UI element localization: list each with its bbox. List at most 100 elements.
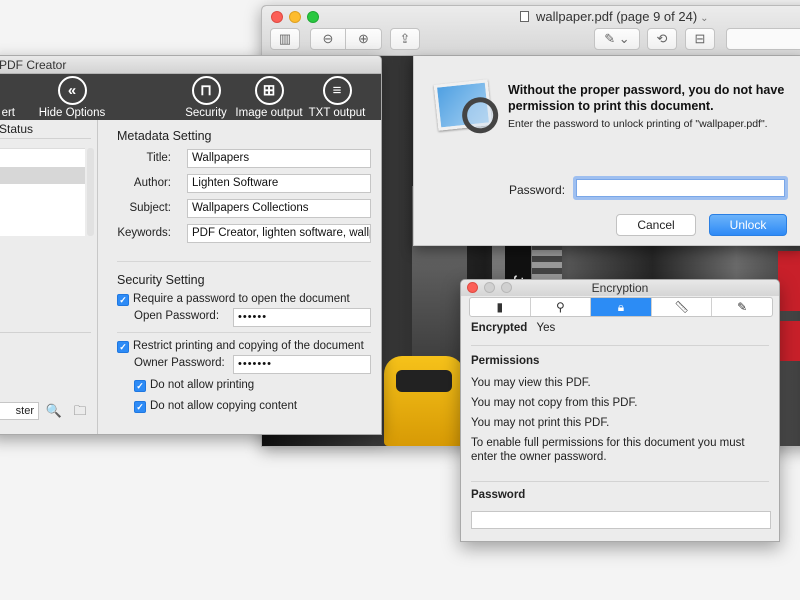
divider: [117, 332, 371, 333]
title-label: Title:: [146, 152, 172, 164]
dialog-subtext: Enter the password to unlock printing of…: [508, 118, 768, 130]
tab-search[interactable]: ⚲: [531, 298, 592, 316]
lock-icon: ⊓: [191, 76, 221, 105]
hide-options-button[interactable]: « Hide Options: [22, 76, 122, 119]
keywords-label: Keywords:: [117, 227, 171, 239]
checkmark-icon: ✓: [117, 341, 129, 353]
no-printing-checkbox[interactable]: ✓ Do not allow printing: [134, 379, 254, 392]
toolbox-button[interactable]: ⊟: [685, 28, 715, 50]
lock-icon: 🔒︎: [617, 300, 625, 314]
permission-print: You may not print this PDF.: [471, 417, 610, 429]
encryption-window-title: Encryption: [591, 281, 649, 295]
double-chevron-left-icon: «: [57, 76, 87, 105]
zoom-out-button[interactable]: ⊖: [311, 29, 346, 49]
restrict-printing-checkbox[interactable]: ✓ Restrict printing and copying of the do…: [117, 340, 364, 353]
list-scrollbar[interactable]: [87, 148, 94, 236]
permissions-heading: Permissions: [471, 355, 540, 367]
subject-field[interactable]: Wallpapers Collections: [187, 199, 371, 218]
security-button[interactable]: ⊓ Security: [181, 76, 231, 119]
security-section-title: Security Setting: [117, 273, 205, 287]
owner-password-input[interactable]: [471, 511, 771, 529]
password-heading: Password: [471, 489, 526, 501]
tab-encryption[interactable]: 🔒︎: [591, 298, 652, 316]
ruler-icon: 📏︎: [673, 300, 690, 314]
subject-label: Subject:: [129, 202, 171, 214]
folder-icon: 🗀: [73, 403, 87, 418]
list-item[interactable]: [0, 167, 85, 184]
password-dialog: Without the proper password, you do not …: [413, 56, 800, 246]
divider: [471, 345, 769, 346]
close-window-button[interactable]: [271, 11, 283, 23]
document-icon: ▮: [496, 300, 504, 314]
status-column-header[interactable]: Status: [0, 120, 91, 139]
browse-search-button[interactable]: 🔍: [43, 401, 65, 421]
pencil-icon: ✎: [737, 300, 748, 314]
creator-titlebar: PDF Creator: [0, 56, 381, 74]
folder-search-icon: 🔍: [45, 403, 63, 418]
open-password-label: Open Password:: [134, 310, 220, 322]
encryption-titlebar: Encryption: [461, 280, 779, 296]
owner-password-field[interactable]: •••••••: [233, 355, 371, 374]
sidebar-toggle-button[interactable]: ▥: [270, 28, 300, 50]
sidebar-icon: ▥: [278, 31, 292, 46]
password-label: Password:: [509, 183, 566, 197]
share-button[interactable]: ⇪: [390, 28, 420, 50]
photo-red-sign: [778, 251, 800, 311]
chevron-down-icon: ⌄: [700, 13, 709, 24]
search-field[interactable]: [726, 28, 800, 50]
divider: [117, 261, 371, 262]
convert-button[interactable]: ert: [0, 76, 15, 119]
encryption-inspector-window: Encryption ▮ ⚲ 🔒︎ 📏︎ ✎ Encrypted Yes Per…: [460, 279, 780, 542]
checkmark-icon: ✓: [117, 294, 129, 306]
markup-button[interactable]: ✎ ⌄: [594, 28, 640, 50]
toolbox-icon: ⊟: [694, 31, 706, 46]
no-copying-checkbox[interactable]: ✓ Do not allow copying content: [134, 400, 297, 413]
checkmark-icon: ✓: [134, 380, 146, 392]
require-open-password-checkbox[interactable]: ✓ Require a password to open the document: [117, 293, 350, 306]
tab-crop[interactable]: 📏︎: [652, 298, 713, 316]
minimize-window-button[interactable]: [289, 11, 301, 23]
txt-output-button[interactable]: ≡ TXT output: [305, 76, 369, 119]
text-output-icon: ≡: [322, 76, 352, 105]
creator-window-title: PDF Creator: [0, 58, 67, 72]
photo-taxi: [384, 356, 464, 446]
pen-icon: ✎ ⌄: [604, 31, 630, 46]
window-title[interactable]: wallpaper.pdf (page 9 of 24) ⌄: [520, 9, 709, 24]
title-field[interactable]: Wallpapers: [187, 149, 371, 168]
tab-general-info[interactable]: ▮: [470, 298, 531, 316]
encryption-content: Encrypted Yes Permissions You may view t…: [461, 318, 779, 541]
open-folder-button[interactable]: 🗀: [69, 401, 91, 421]
share-icon: ⇪: [399, 31, 411, 46]
divider: [471, 481, 769, 482]
document-icon: [520, 11, 529, 22]
creator-toolbar: ert « Hide Options ⊓ Security ⊞ Image ou…: [0, 74, 381, 120]
rotate-button[interactable]: ⟲: [647, 28, 677, 50]
permissions-note: To enable full permissions for this docu…: [471, 437, 745, 463]
file-list[interactable]: [0, 148, 85, 236]
unlock-button[interactable]: Unlock: [709, 214, 787, 236]
file-list-pane: Status ster 🔍 🗀: [0, 120, 98, 434]
password-input-wrapper: [573, 176, 788, 200]
password-input[interactable]: [576, 179, 785, 197]
checkmark-icon: ✓: [134, 401, 146, 413]
zoom-window-button[interactable]: [307, 11, 319, 23]
output-folder-field[interactable]: ster: [0, 402, 39, 420]
inspector-tabs: ▮ ⚲ 🔒︎ 📏︎ ✎: [469, 297, 773, 317]
image-output-button[interactable]: ⊞ Image output: [234, 76, 304, 119]
keywords-field[interactable]: PDF Creator, lighten software, wallp: [187, 224, 371, 243]
author-field[interactable]: Lighten Software: [187, 174, 371, 193]
search-icon: ⚲: [555, 300, 565, 314]
encrypted-row: Encrypted Yes: [471, 322, 556, 334]
open-password-field[interactable]: ••••••: [233, 308, 371, 327]
tab-annotations[interactable]: ✎: [712, 298, 772, 316]
rotate-icon: ⟲: [656, 31, 668, 46]
metadata-section-title: Metadata Setting: [117, 129, 212, 143]
zoom-in-button[interactable]: ⊕: [346, 29, 381, 49]
author-label: Author:: [133, 177, 171, 189]
photo-red-sign: [778, 321, 800, 361]
owner-password-label: Owner Password:: [134, 357, 225, 369]
preview-titlebar: wallpaper.pdf (page 9 of 24) ⌄ ▥ ⊖ ⊕ ⇪ ✎ ⌄…: [262, 6, 800, 56]
dialog-heading: Without the proper password, you do not …: [508, 83, 785, 113]
zoom-control: ⊖ ⊕: [310, 28, 382, 50]
cancel-button[interactable]: Cancel: [616, 214, 696, 236]
